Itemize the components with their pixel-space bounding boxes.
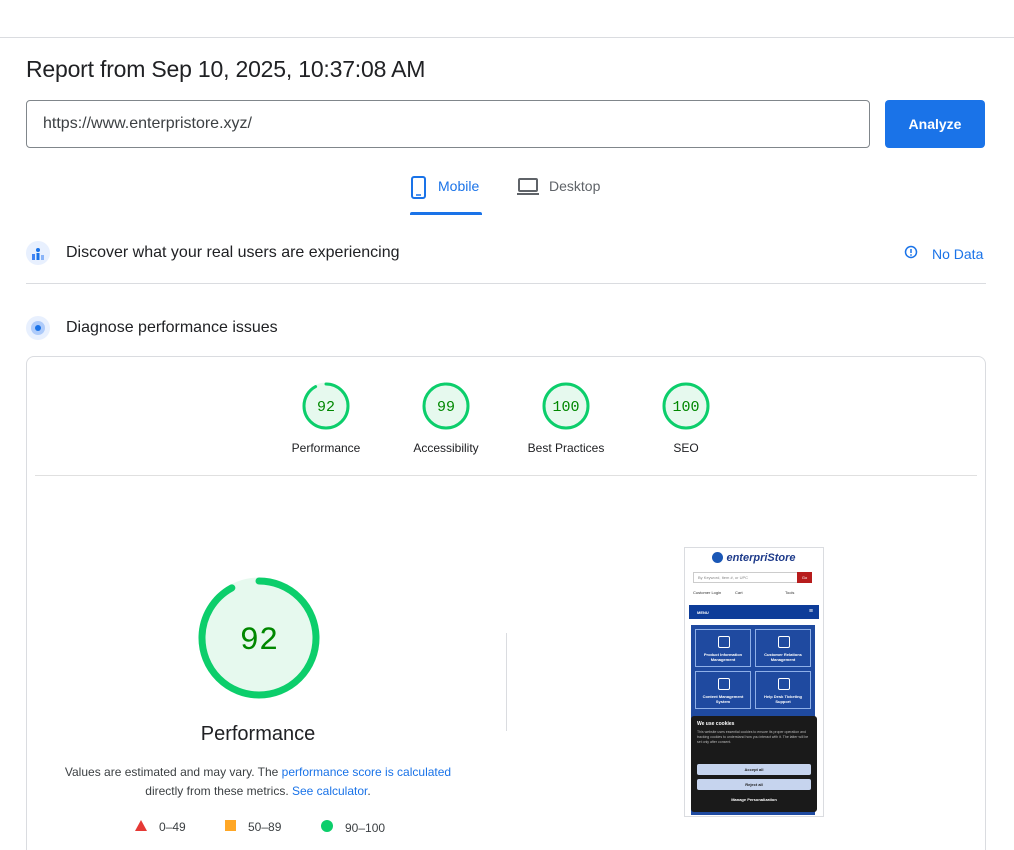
gauge-performance-ring: 92 [302, 382, 350, 430]
page-screenshot: enterpriStore By Keyword, Item #, or UPC… [684, 547, 824, 817]
report-card: 92 Performance 99 Accessibility 100 Best… [26, 356, 986, 850]
triangle-icon [135, 820, 147, 834]
hamburger-icon: ≡ [808, 608, 813, 615]
note-text-2: directly from these metrics. [145, 784, 292, 798]
cookie-title: We use cookies [697, 721, 735, 727]
legend-pass: 90–100 [321, 820, 385, 835]
gauge-performance[interactable]: 92 Performance [271, 381, 381, 455]
score-calculated-link[interactable]: performance score is calculated [282, 765, 451, 779]
report-title: Report from Sep 10, 2025, 10:37:08 AM [26, 56, 426, 82]
gauge-best-practices[interactable]: 100 Best Practices [511, 381, 621, 455]
real-users-title: Discover what your real users are experi… [66, 244, 400, 261]
vertical-separator [506, 633, 507, 731]
screenshot-brand: enterpriStore [726, 552, 796, 564]
legend-fail: 0–49 [135, 820, 186, 834]
gauge-seo-ring: 100 [662, 382, 710, 430]
url-input[interactable] [26, 100, 870, 148]
cookie-accept: Accept all [697, 764, 811, 775]
screenshot-link: Cart [735, 590, 743, 595]
screenshot-logo: enterpriStore [685, 552, 823, 564]
gauge-seo-score: 100 [672, 399, 699, 416]
gauge-performance-label: Performance [291, 441, 361, 455]
cookie-manage: Manage Personalization [697, 794, 811, 805]
gauge-best-practices-label: Best Practices [527, 441, 605, 455]
screenshot-tile: Product Information Management [695, 629, 751, 667]
performance-score: 92 [240, 622, 278, 659]
laptop-icon [517, 176, 539, 199]
legend-average-label: 50–89 [248, 820, 282, 834]
screenshot-link: Tools [785, 590, 795, 595]
gauge-accessibility-label: Accessibility [413, 441, 479, 455]
legend-average: 50–89 [225, 820, 281, 834]
analyze-button[interactable]: Analyze [885, 100, 985, 148]
top-divider [0, 37, 1014, 38]
brand-logo-icon [712, 552, 724, 563]
phone-icon [410, 176, 428, 203]
screenshot-go: Go [797, 572, 812, 583]
gauge-seo-label: SEO [673, 441, 699, 455]
cookie-reject: Reject all [697, 779, 811, 790]
gauge-best-practices-ring: 100 [542, 382, 590, 430]
gauge-accessibility-ring: 99 [422, 382, 470, 430]
diagnose-title: Diagnose performance issues [66, 319, 278, 336]
performance-gauge: 92 [197, 576, 321, 705]
real-users-icon [26, 241, 50, 265]
section-divider [26, 283, 986, 284]
card-divider [35, 475, 977, 476]
tab-mobile[interactable]: Mobile [410, 176, 482, 215]
tab-mobile-label: Mobile [438, 178, 480, 194]
tab-desktop-label: Desktop [549, 178, 601, 194]
legend-fail-label: 0–49 [159, 820, 186, 834]
gauge-performance-score: 92 [317, 399, 335, 416]
tab-desktop[interactable]: Desktop [517, 176, 607, 215]
gauge-best-practices-score: 100 [552, 399, 579, 416]
diagnose-icon [26, 316, 50, 340]
note-text-1: Values are estimated and may vary. The [64, 765, 282, 779]
screenshot-tile: Customer Relations Management [755, 629, 811, 667]
screenshot-menu: MENU ≡ [689, 605, 819, 619]
screenshot-tile: Content Management System [695, 671, 751, 709]
circle-icon [321, 820, 333, 835]
screenshot-cookie-banner: We use cookies This website uses essenti… [691, 716, 817, 812]
performance-label: Performance [200, 723, 316, 745]
screenshot-search: By Keyword, Item #, or UPC [693, 572, 799, 583]
cookie-text: This website uses essential cookies to e… [697, 730, 809, 744]
see-calculator-link[interactable]: See calculator [292, 784, 367, 798]
legend-pass-label: 90–100 [345, 820, 386, 835]
performance-note: Values are estimated and may vary. The p… [57, 763, 459, 801]
gauge-accessibility[interactable]: 99 Accessibility [391, 381, 501, 455]
note-text-3: . [367, 784, 371, 798]
category-gauges: 92 Performance 99 Accessibility 100 Best… [27, 381, 985, 471]
no-data-link[interactable]: No Data [904, 245, 983, 262]
screenshot-menu-label: MENU [697, 610, 709, 615]
gauge-accessibility-score: 99 [437, 399, 455, 416]
no-data-label: No Data [932, 245, 984, 262]
screenshot-link: Customer Login [693, 590, 722, 595]
square-icon [225, 820, 236, 834]
screenshot-tile: Help Desk Ticketing Support [755, 671, 811, 709]
info-icon [904, 245, 918, 262]
gauge-seo[interactable]: 100 SEO [631, 381, 741, 455]
